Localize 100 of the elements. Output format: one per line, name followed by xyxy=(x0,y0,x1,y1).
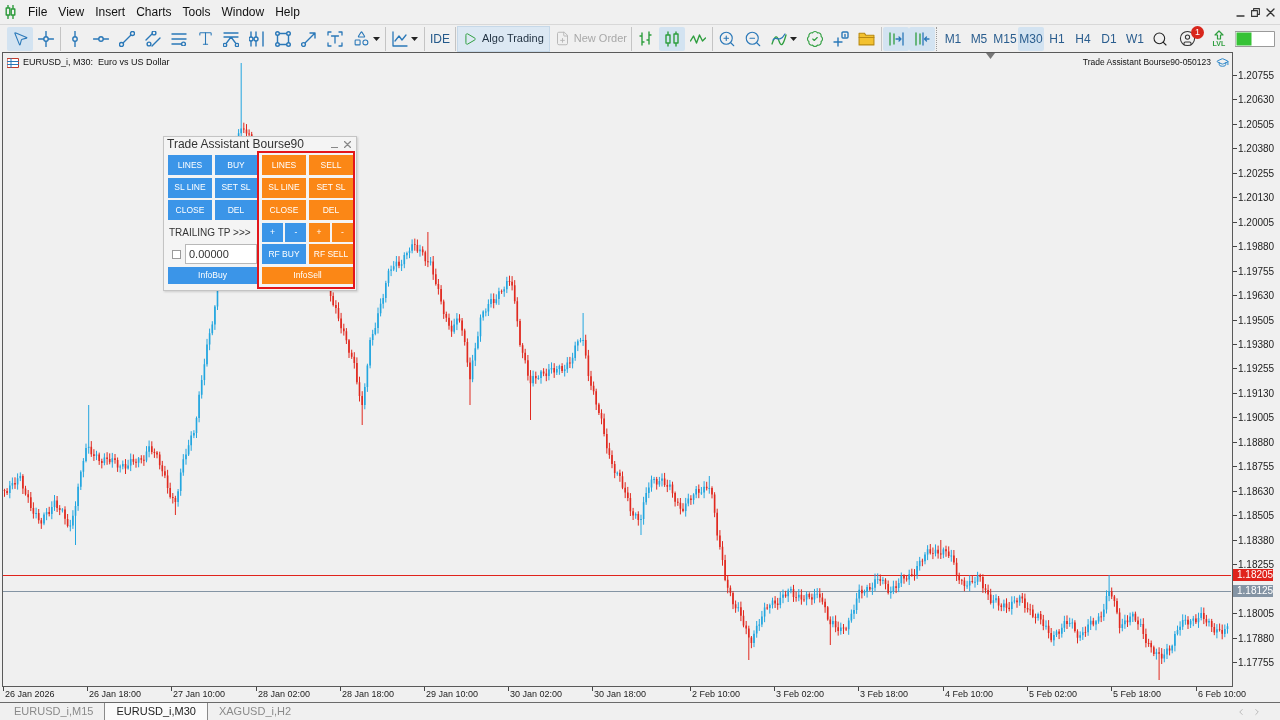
panel-button[interactable]: CLOSE xyxy=(168,200,212,221)
panel-button[interactable]: SET SL xyxy=(309,177,353,198)
price-label: 1.20505 xyxy=(1238,119,1275,129)
cursor-icon xyxy=(11,30,29,47)
panel-button[interactable]: SELL xyxy=(309,155,353,175)
chart-tab[interactable]: EURUSD_i,M15 xyxy=(3,703,105,720)
panel-button[interactable]: + xyxy=(308,222,330,242)
panel-button[interactable]: InfoSell xyxy=(262,266,353,284)
crosshair-icon xyxy=(38,30,54,47)
price-tag: 1.18125 xyxy=(1233,584,1273,597)
panel-button[interactable]: - xyxy=(331,222,353,242)
price-label: 1.17880 xyxy=(1238,633,1275,643)
timeframe-button[interactable]: M30 xyxy=(1017,26,1044,51)
panel-button[interactable]: CLOSE xyxy=(262,200,306,221)
price-label: 1.19130 xyxy=(1238,388,1275,398)
panel-button[interactable]: LINES xyxy=(262,155,306,175)
timeframe-button[interactable]: H4 xyxy=(1069,26,1096,51)
notification-badge: 1 xyxy=(1190,25,1204,39)
candlestick-button[interactable] xyxy=(658,26,685,51)
algo-trading-button[interactable]: Algo Trading xyxy=(457,25,550,52)
panel-button[interactable]: RF SELL xyxy=(309,244,353,265)
ide-button[interactable]: IDE xyxy=(426,26,454,51)
price-label: 1.17755 xyxy=(1238,658,1275,667)
price-label: 1.19880 xyxy=(1238,242,1275,252)
time-label: 29 Jan 10:00 xyxy=(426,689,479,700)
price-label: 1.18005 xyxy=(1238,609,1275,619)
chart-shift-button[interactable] xyxy=(908,26,935,51)
panel-button[interactable]: DEL xyxy=(309,200,353,221)
timeframe-button[interactable]: W1 xyxy=(1121,26,1148,51)
time-label: 5 Feb 18:00 xyxy=(1113,689,1162,700)
price-tag: 1.18205 xyxy=(1233,569,1273,581)
menu-item[interactable]: Charts xyxy=(131,1,177,23)
badge-check-icon xyxy=(805,29,824,48)
timeframe-button[interactable]: H1 xyxy=(1043,26,1070,51)
vertical-line-icon xyxy=(71,30,79,47)
panel-button[interactable]: DEL xyxy=(215,200,257,221)
trailing-value-field[interactable]: 0.00000 xyxy=(185,244,257,265)
timeframe-button[interactable]: M15 xyxy=(991,26,1018,51)
price-label: 1.19380 xyxy=(1238,340,1275,350)
panel-button[interactable]: LINES xyxy=(168,155,212,175)
bar-chart-icon xyxy=(637,30,654,47)
price-label: 1.20130 xyxy=(1238,193,1275,203)
level-lines-icon xyxy=(171,31,187,46)
zoom-in-icon xyxy=(717,29,736,48)
time-label: 28 Jan 02:00 xyxy=(258,689,311,700)
checkbox[interactable] xyxy=(172,249,181,259)
price-label: 1.20380 xyxy=(1238,144,1275,154)
time-label: 30 Jan 18:00 xyxy=(594,689,647,700)
chart-line-icon xyxy=(392,30,408,47)
timeframe-button[interactable]: D1 xyxy=(1095,26,1122,51)
chart-shift-icon xyxy=(913,30,930,47)
panel-button[interactable]: SL LINE xyxy=(262,177,306,198)
autoscroll-icon xyxy=(887,30,904,47)
panel-button[interactable]: - xyxy=(285,222,307,242)
shapes-icon xyxy=(352,30,370,47)
menu-item[interactable]: Insert xyxy=(90,1,131,23)
fan-lines-icon xyxy=(223,30,239,47)
close-icon[interactable] xyxy=(1266,7,1275,17)
status-meter-icon xyxy=(1234,30,1275,47)
app-logo-icon xyxy=(5,5,16,19)
cursor-button[interactable] xyxy=(7,26,33,51)
menu-item[interactable]: Window xyxy=(216,1,270,23)
document-plus-icon xyxy=(554,31,570,46)
time-label: 3 Feb 02:00 xyxy=(776,689,825,700)
menu-item[interactable]: Tools xyxy=(177,1,216,23)
timeframe-button[interactable]: M1 xyxy=(939,26,966,51)
price-label: 1.20630 xyxy=(1238,95,1275,105)
price-label: 1.19630 xyxy=(1238,291,1275,301)
price-label: 1.18880 xyxy=(1238,437,1275,447)
panel-title: Trade Assistant Bourse90 xyxy=(167,137,304,151)
price-label: 1.18505 xyxy=(1238,511,1275,521)
menu-item[interactable]: Help xyxy=(270,1,305,23)
panel-button[interactable]: RF BUY xyxy=(262,244,306,265)
time-label: 28 Jan 18:00 xyxy=(342,689,395,700)
up-arrow-icon xyxy=(1213,30,1224,40)
trailing-label: TRAILING TP >>> xyxy=(168,225,252,240)
panel-button[interactable]: BUY xyxy=(215,155,257,175)
autoscroll-button[interactable] xyxy=(882,26,909,51)
user-icon xyxy=(1179,30,1197,47)
time-label: 26 Jan 2026 xyxy=(5,689,55,700)
chart-tab[interactable]: XAGUSD_i,H2 xyxy=(207,703,303,720)
panel-button[interactable]: SET SL xyxy=(215,177,257,198)
panel-button[interactable]: InfoBuy xyxy=(168,266,257,284)
panel-button[interactable]: + xyxy=(262,222,283,242)
menu-item[interactable]: View xyxy=(53,1,90,23)
panel-button[interactable]: SL LINE xyxy=(168,177,212,198)
time-label: 3 Feb 18:00 xyxy=(860,689,909,700)
restore-icon[interactable] xyxy=(1251,7,1260,17)
time-label: 2 Feb 10:00 xyxy=(692,689,741,700)
zoom-out-icon xyxy=(743,29,762,48)
price-label: 1.18255 xyxy=(1238,560,1275,570)
price-label: 1.19505 xyxy=(1238,315,1275,325)
chart-tab[interactable]: EURUSD_i,M30 xyxy=(104,703,208,720)
menu-item[interactable]: File xyxy=(23,1,53,23)
timeframe-button[interactable]: M5 xyxy=(965,26,992,51)
text-icon xyxy=(196,30,214,47)
time-label: 4 Feb 10:00 xyxy=(945,689,994,700)
trend-line-icon xyxy=(119,30,135,47)
time-label: 6 Feb 10:00 xyxy=(1198,689,1247,700)
search-icon[interactable] xyxy=(1151,30,1168,47)
